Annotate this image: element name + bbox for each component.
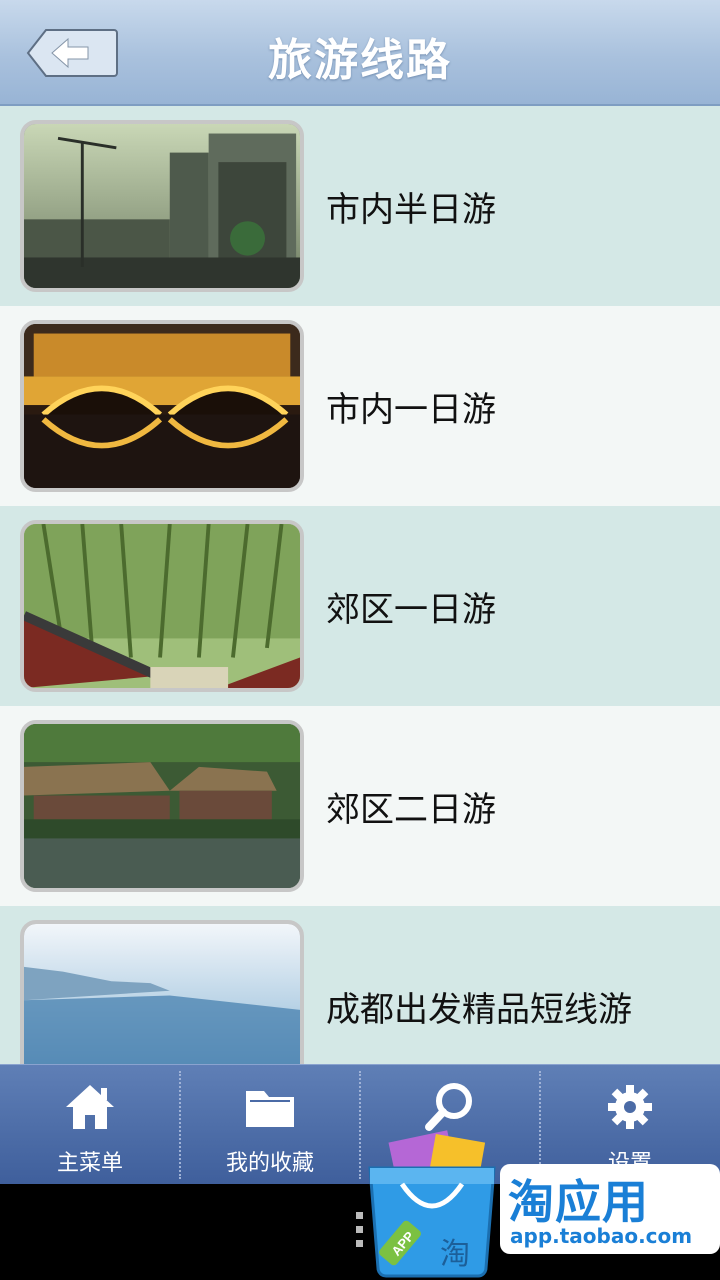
tab-label: 我的收藏 — [225, 1151, 314, 1176]
tab-favorites[interactable]: 我的收藏 — [180, 1065, 360, 1185]
route-label: 市内半日游 — [326, 189, 496, 230]
night-bridge-photo — [20, 320, 304, 492]
route-label: 市内一日游 — [326, 389, 496, 430]
search-icon — [425, 1083, 472, 1131]
misty-river-photo — [20, 920, 304, 1064]
thatched-houses-photo — [20, 720, 304, 892]
route-item-suburb-two-day[interactable]: 郊区二日游 — [0, 706, 720, 906]
route-item-suburb-one-day[interactable]: 郊区一日游 — [0, 506, 720, 706]
home-icon — [66, 1085, 114, 1129]
shopping-bag-icon[interactable]: APP 淘 — [362, 1128, 502, 1278]
app-screen: 旅游线路 市内半日游 市内一日游 郊区一日游 郊区二日游 成都出发精品短线游 主… — [0, 0, 720, 1280]
tab-main-menu[interactable]: 主菜单 — [0, 1065, 180, 1185]
route-label: 郊区二日游 — [326, 789, 496, 830]
bag-char-text: 淘 — [440, 1237, 470, 1272]
bamboo-forest-photo — [20, 520, 304, 692]
page-title: 旅游线路 — [268, 35, 452, 86]
route-item-chengdu-short-trip[interactable]: 成都出发精品短线游 — [0, 906, 720, 1064]
tab-label: 主菜单 — [56, 1151, 123, 1176]
route-label: 成都出发精品短线游 — [326, 989, 632, 1030]
promo-url: app.taobao.com — [510, 1224, 693, 1248]
promo-title: 淘应用 — [508, 1175, 649, 1229]
route-item-city-half-day[interactable]: 市内半日游 — [0, 106, 720, 306]
route-label: 郊区一日游 — [326, 589, 496, 630]
route-item-city-one-day[interactable]: 市内一日游 — [0, 306, 720, 506]
header-bar: 旅游线路 — [0, 0, 720, 106]
gear-icon — [608, 1085, 652, 1129]
folder-icon — [246, 1091, 294, 1127]
city-street-photo — [20, 120, 304, 292]
route-list: 市内半日游 市内一日游 郊区一日游 郊区二日游 成都出发精品短线游 — [0, 106, 720, 1064]
promo-banner[interactable]: 淘应用 app.taobao.com — [500, 1164, 720, 1254]
